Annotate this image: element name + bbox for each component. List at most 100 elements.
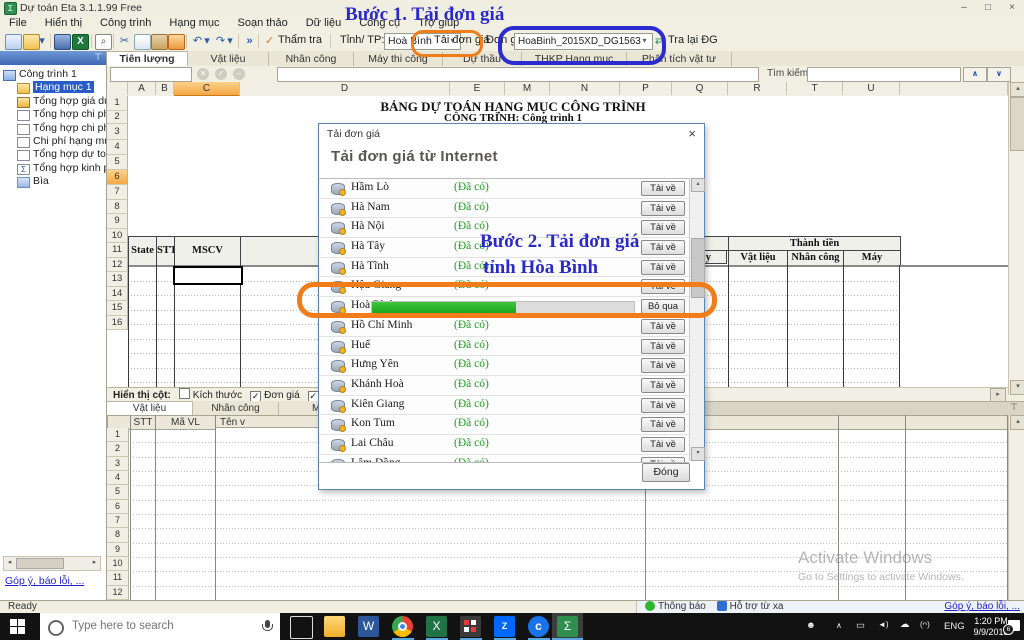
- print-preview-icon[interactable]: ⌕: [95, 34, 112, 50]
- bottom-row-header-6[interactable]: 6: [107, 499, 129, 514]
- sheet-tab-1[interactable]: Vật liệu: [188, 52, 269, 66]
- people-icon[interactable]: ☻: [806, 620, 816, 631]
- dialog-scrollbar[interactable]: ▴ ▾: [689, 178, 705, 461]
- feedback-link[interactable]: Góp ý, báo lỗi, ...: [5, 575, 84, 587]
- row-header-16[interactable]: 16: [107, 315, 128, 330]
- undo-dropdown-icon[interactable]: ▾: [203, 34, 211, 48]
- lookup-button[interactable]: Tra lại ĐG: [664, 33, 722, 48]
- cut-icon[interactable]: ✂: [117, 34, 132, 48]
- row-header-4[interactable]: 4: [107, 140, 128, 155]
- bottom-row-header-8[interactable]: 8: [107, 528, 129, 543]
- column-header-B[interactable]: B: [156, 82, 174, 95]
- column-header-Q[interactable]: Q: [672, 82, 728, 95]
- column-header-T[interactable]: T: [787, 82, 843, 95]
- scroll-up-icon[interactable]: ▴: [691, 178, 705, 192]
- open-dropdown-icon[interactable]: ▾: [38, 34, 46, 48]
- column-header-R[interactable]: R: [728, 82, 787, 95]
- sheet-tab-2[interactable]: Nhân công: [269, 52, 354, 66]
- volume-icon[interactable]: ◄): [878, 620, 889, 629]
- column-header-M[interactable]: M: [505, 82, 550, 95]
- options-icon[interactable]: –: [233, 68, 245, 80]
- taskbar-search[interactable]: [40, 613, 280, 640]
- feedback-link[interactable]: Góp ý, báo lỗi, ...: [944, 601, 1020, 612]
- tree-item-0[interactable]: Hạng mục 1: [0, 81, 106, 95]
- name-box[interactable]: [110, 67, 192, 82]
- tray-expand-icon[interactable]: ∧: [836, 621, 842, 630]
- download-button[interactable]: Tải về: [641, 436, 685, 452]
- menu-item-4[interactable]: Soạn thảo: [229, 16, 297, 30]
- tree-item-6[interactable]: ΣTổng hợp kinh phí: [0, 162, 106, 175]
- minimize-button[interactable]: –: [952, 0, 976, 16]
- scroll-down-icon[interactable]: ▾: [1010, 380, 1024, 395]
- search-input[interactable]: [807, 67, 961, 82]
- selected-cell[interactable]: [173, 265, 243, 285]
- menu-item-5[interactable]: Dữ liệu: [297, 16, 351, 30]
- tree-item-2[interactable]: Tổng hợp chi phí xây: [0, 108, 106, 122]
- select-all-corner[interactable]: [107, 82, 128, 95]
- save-icon[interactable]: [54, 34, 71, 50]
- row-header-11[interactable]: 11: [107, 243, 128, 258]
- tree-item-5[interactable]: Tổng hợp dự toán gó: [0, 148, 106, 162]
- tree-item-3[interactable]: Tổng hợp chi phí thi: [0, 122, 106, 135]
- remote-support-icon[interactable]: [716, 601, 727, 611]
- task-view-icon[interactable]: [290, 616, 313, 639]
- scroll-up-icon[interactable]: ▴: [1010, 415, 1024, 430]
- download-button[interactable]: Tải về: [641, 220, 685, 236]
- download-button[interactable]: Tải về: [641, 200, 685, 216]
- new-icon[interactable]: [5, 34, 22, 50]
- word-icon[interactable]: W: [358, 616, 379, 637]
- resource-tab-0[interactable]: Vật liệu: [107, 401, 193, 415]
- row-header-10[interactable]: 10: [107, 228, 128, 243]
- bottom-row-header-2[interactable]: 2: [107, 442, 129, 457]
- wifi-icon[interactable]: (ᴖ): [920, 620, 930, 629]
- close-button[interactable]: ×: [1000, 0, 1024, 16]
- scroll-thumb[interactable]: [16, 558, 64, 569]
- notification-icon[interactable]: [645, 601, 655, 611]
- status-ho-tro[interactable]: Hỗ trợ từ xa: [730, 601, 784, 612]
- coccoc-icon[interactable]: c: [528, 616, 549, 637]
- language-indicator[interactable]: ENG: [944, 621, 965, 632]
- download-button[interactable]: Tải về: [641, 318, 685, 334]
- download-button[interactable]: Tải về: [641, 377, 685, 393]
- menu-item-3[interactable]: Hạng mục: [160, 16, 228, 30]
- column-header-E[interactable]: E: [450, 82, 505, 95]
- bottom-row-header-7[interactable]: 7: [107, 513, 129, 529]
- pin-icon[interactable]: ⊤: [1010, 402, 1018, 413]
- bottom-row-header-12[interactable]: 12: [107, 585, 129, 600]
- start-button[interactable]: [10, 619, 25, 634]
- menu-item-2[interactable]: Công trình: [91, 16, 160, 30]
- sidebar-hscrollbar[interactable]: ◂ ▸: [3, 556, 101, 571]
- excel-export-icon[interactable]: X: [72, 34, 89, 50]
- misa-icon[interactable]: [460, 616, 481, 637]
- bottom-vscrollbar[interactable]: ▴: [1008, 415, 1024, 600]
- column-header-A[interactable]: A: [128, 82, 156, 95]
- download-button[interactable]: Tải về: [641, 338, 685, 354]
- row-header-5[interactable]: 5: [107, 155, 128, 170]
- province-list[interactable]: Hầm Lò (Đã có) Tải về Hà Nam (Đã có) Tải về Hà…: [319, 178, 689, 463]
- pin-icon[interactable]: ⊤: [94, 52, 102, 63]
- file-explorer-icon[interactable]: [324, 616, 345, 637]
- dialog-close-button[interactable]: Đóng: [642, 463, 690, 482]
- bottom-row-header-9[interactable]: 9: [107, 542, 129, 557]
- onedrive-icon[interactable]: ☁: [900, 619, 910, 630]
- chrome-icon[interactable]: [392, 616, 413, 637]
- checkbox-0[interactable]: [178, 388, 190, 399]
- taskbar-search-input[interactable]: [70, 619, 244, 633]
- maximize-button[interactable]: □: [976, 0, 1000, 16]
- bottom-row-header-5[interactable]: 5: [107, 485, 129, 500]
- column-header-C[interactable]: C: [174, 82, 240, 97]
- download-button[interactable]: Tải về: [641, 259, 685, 275]
- confirm-icon[interactable]: ✓: [215, 68, 227, 80]
- format-brush-icon[interactable]: [168, 34, 185, 50]
- tham-tra-button[interactable]: Thẩm tra: [274, 33, 326, 48]
- row-header-8[interactable]: 8: [107, 199, 128, 214]
- scroll-left-icon[interactable]: ◂: [4, 557, 15, 568]
- copy-icon[interactable]: [134, 34, 151, 50]
- row-header-9[interactable]: 9: [107, 214, 128, 229]
- download-button[interactable]: Tải về: [641, 417, 685, 433]
- cancel-icon[interactable]: ✕: [197, 68, 209, 80]
- paste-icon[interactable]: [151, 34, 168, 50]
- scroll-up-icon[interactable]: ▴: [1010, 82, 1024, 97]
- tree-item-1[interactable]: Tổng hợp giá dự thầ: [0, 95, 106, 108]
- menu-item-0[interactable]: File: [0, 16, 36, 30]
